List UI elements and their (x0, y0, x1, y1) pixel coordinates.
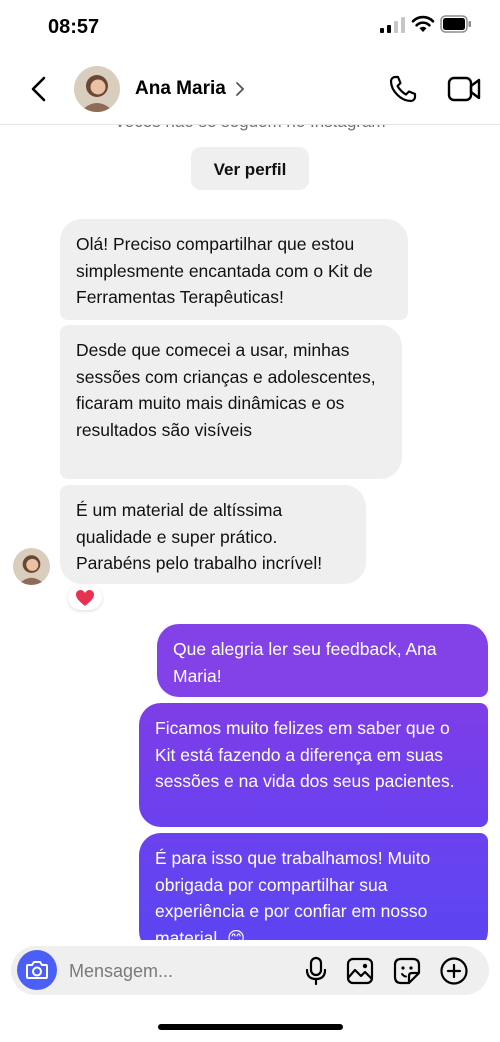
message-incoming[interactable]: Desde que comecei a usar, minhas sessões… (60, 325, 402, 479)
heart-icon (76, 590, 94, 606)
message-incoming[interactable]: É um material de altíssima qualidade e s… (60, 485, 366, 584)
plus-icon[interactable] (439, 956, 469, 986)
back-icon[interactable] (26, 74, 52, 104)
status-time: 08:57 (48, 16, 100, 38)
camera-button[interactable] (17, 950, 57, 990)
chevron-right-icon[interactable] (234, 80, 246, 98)
home-indicator (158, 1024, 343, 1030)
wifi-icon (411, 15, 435, 32)
message-composer (11, 946, 489, 995)
view-profile-button[interactable]: Ver perfil (191, 147, 309, 190)
phone-icon[interactable] (388, 74, 418, 104)
contact-avatar[interactable] (74, 66, 120, 112)
signal-icon (380, 17, 405, 33)
status-bar: 08:57 (0, 0, 500, 54)
heart-reaction[interactable] (68, 585, 102, 610)
sticker-icon[interactable] (393, 957, 421, 985)
message-input[interactable] (69, 959, 269, 983)
chat-header: Ana Maria (0, 54, 500, 125)
camera-icon (26, 961, 48, 979)
sender-avatar[interactable] (13, 548, 50, 585)
gallery-icon[interactable] (346, 957, 374, 985)
message-outgoing[interactable]: Ficamos muito felizes em saber que o Kit… (139, 703, 488, 827)
message-outgoing[interactable]: É para isso que trabalhamos! Muito obrig… (139, 833, 488, 953)
contact-name[interactable]: Ana Maria (135, 78, 226, 100)
microphone-icon[interactable] (304, 956, 328, 986)
message-outgoing[interactable]: Que alegria ler seu feedback, Ana Maria! (157, 624, 488, 697)
video-icon[interactable] (447, 74, 481, 104)
battery-icon (440, 15, 471, 33)
message-incoming[interactable]: Olá! Preciso compartilhar que estou simp… (60, 219, 408, 320)
